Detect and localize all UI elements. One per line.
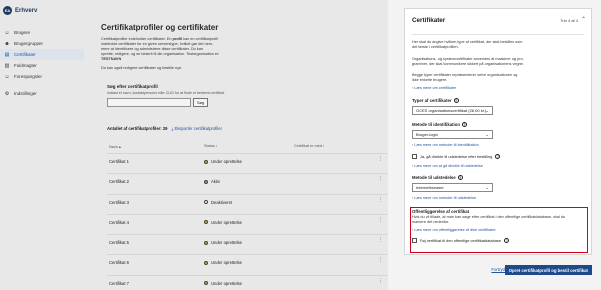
- link-label: Læs mere om offentliggørelse af dine cer…: [414, 228, 496, 232]
- label-text: Typer af certifikater: [412, 98, 452, 103]
- direct-issue-info-link[interactable]: › Læs mere om at gå direkte til udstedel…: [412, 164, 483, 168]
- public-info-link[interactable]: › Læs mere om offentliggørelse af dine c…: [412, 228, 496, 232]
- cert-type-label: Typer af certifikater?: [412, 98, 459, 103]
- help-icon[interactable]: ?: [453, 98, 459, 103]
- link-label: Læs mere om metoder til udstedelse: [414, 196, 476, 200]
- description-text: Hvis du vil tillade, at man kan søge eft…: [412, 215, 566, 219]
- chevron-down-icon: ⌄: [485, 185, 489, 190]
- description-text: Begge typer certifikater repræsenterer s…: [412, 73, 518, 77]
- modal-backdrop[interactable]: [0, 0, 388, 290]
- select-value: Bruger-login: [416, 132, 438, 137]
- description-text: ikke enkelte brugere.: [412, 78, 448, 82]
- step-title: Certifikater: [412, 17, 446, 24]
- public-section-title: Offentliggørelse af certifikat: [412, 209, 469, 214]
- link-label: Læs mere om metoder til identifikation: [414, 143, 479, 147]
- link-label: Læs mere om certifikater: [414, 86, 457, 90]
- cancel-button[interactable]: Fortryd: [491, 267, 505, 272]
- identification-select[interactable]: Bruger-login ⌄: [412, 130, 493, 139]
- description-text: det første i certifikatprofilen.: [412, 45, 459, 49]
- step-indicator: Trin 4 af 4: [560, 18, 578, 23]
- public-database-checkbox[interactable]: [412, 238, 417, 243]
- direct-issue-checkbox[interactable]: [412, 154, 417, 159]
- step-description: Her skal du angive hvilken type af certi…: [412, 40, 522, 50]
- label-text: Offentliggørelse af certifikat: [412, 209, 470, 214]
- identification-info-link[interactable]: › Læs mere om metoder til identifikation: [412, 143, 479, 147]
- help-icon[interactable]: ?: [495, 154, 501, 159]
- cert-info-link[interactable]: › Læs mere om certifikater: [412, 86, 456, 90]
- direct-issue-checkbox-row: Ja, gå direkte til udstedelse efter best…: [412, 154, 501, 159]
- link-label: Læs mere om at gå direkte til udstedelse: [414, 164, 483, 168]
- create-profile-drawer: Certifikater Trin 4 af 4 ⌃ Her skal du a…: [388, 0, 601, 290]
- description-text: markere det nedenfor.: [412, 220, 450, 224]
- identification-label: Metode til identifikation?: [412, 122, 467, 127]
- issue-method-label: Metode til udstedelse?: [412, 175, 463, 180]
- chevron-up-icon[interactable]: ⌃: [581, 16, 586, 23]
- chevron-down-icon: ⌄: [485, 132, 489, 137]
- checkbox-label: Ja, gå direkte til udstedelse efter best…: [420, 154, 493, 159]
- public-database-checkbox-row: Føj certifikat til den offentlige certif…: [412, 238, 510, 243]
- checkbox-label: Føj certifikat til den offentlige certif…: [420, 238, 502, 243]
- issue-method-select[interactable]: Internetbrowser ⌄: [412, 183, 493, 192]
- description-text: Organisations- og systemcertifikater anv…: [412, 57, 524, 61]
- certificates-step-card: Certifikater Trin 4 af 4 ⌃ Her skal du a…: [404, 8, 592, 255]
- step-description: Organisations- og systemcertifikater anv…: [412, 57, 524, 67]
- label-text: Metode til udstedelse: [412, 175, 456, 180]
- label-text: Metode til identifikation: [412, 122, 460, 127]
- drawer-footer: Fortryd Opret certifikatprofil og bestil…: [388, 264, 601, 276]
- divider: [412, 34, 584, 35]
- chevron-down-icon: ⌄: [485, 108, 489, 113]
- issue-methods-info-link[interactable]: › Læs mere om metoder til udstedelse: [412, 196, 476, 200]
- submit-button[interactable]: Opret certifikatprofil og bestil certifi…: [504, 265, 592, 275]
- help-icon[interactable]: ?: [461, 122, 467, 127]
- description-text: Her skal du angive hvilken type af certi…: [412, 40, 523, 44]
- step-description: Begge typer certifikater repræsenterer s…: [412, 73, 517, 83]
- description-text: grammer, der skal kommunikere sikkert på…: [412, 62, 524, 66]
- cert-type-select[interactable]: OCES organisationscertifikat (26,00 kr.)…: [412, 106, 493, 115]
- select-value: OCES organisationscertifikat (26,00 kr.): [416, 108, 487, 113]
- help-icon[interactable]: ?: [457, 175, 463, 180]
- help-icon[interactable]: ?: [504, 238, 510, 243]
- select-value: Internetbrowser: [416, 185, 444, 190]
- public-description: Hvis du vil tillade, at man kan søge eft…: [412, 215, 565, 225]
